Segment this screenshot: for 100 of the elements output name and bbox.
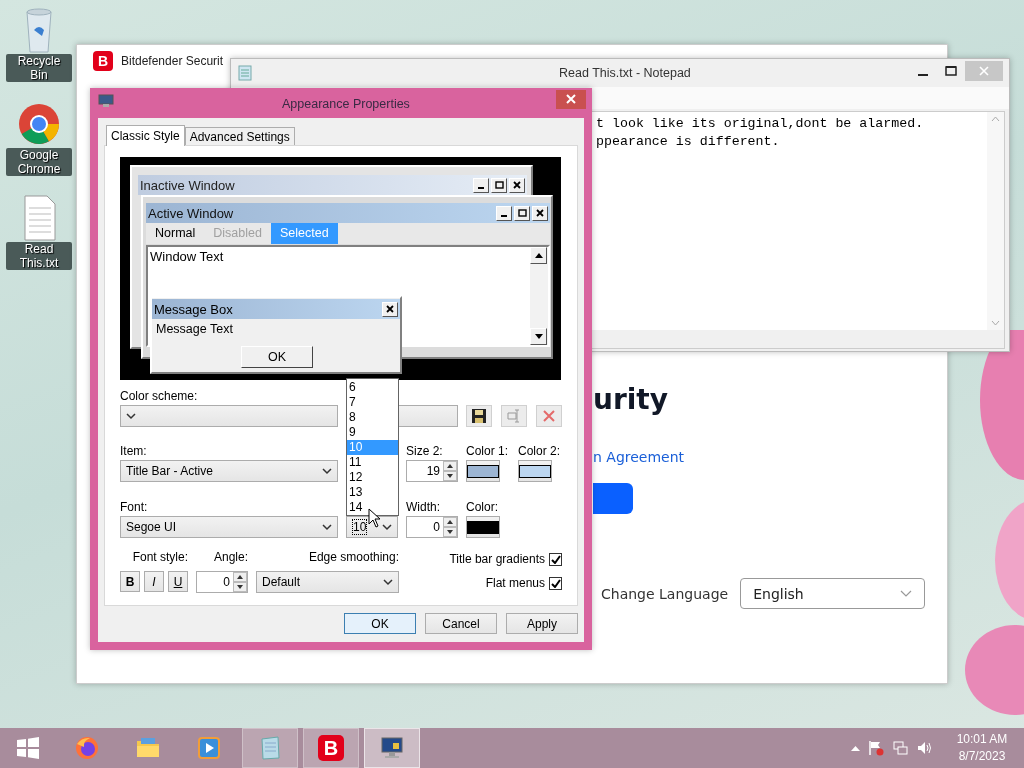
spin-down-button[interactable] (443, 527, 457, 537)
underline-button[interactable]: U (168, 571, 188, 592)
delete-button[interactable] (536, 405, 562, 427)
spin-up-button[interactable] (443, 517, 457, 527)
monitor-icon (379, 735, 405, 761)
window-title: Active Window (148, 205, 234, 221)
field-label: Angle: (213, 550, 248, 566)
caret-down-icon (237, 585, 243, 589)
field-label: Size 2: (406, 444, 444, 460)
font-dropdown[interactable]: Segoe UI (120, 516, 338, 538)
dropdown-option[interactable]: 6 (347, 380, 398, 395)
tab[interactable]: Advanced Settings (184, 127, 295, 145)
number-spinner[interactable]: 19 (406, 460, 458, 482)
close-icon (513, 181, 521, 189)
spin-up-button[interactable] (443, 461, 457, 471)
chevron-down-icon (382, 523, 392, 531)
dropdown-option[interactable]: 8 (347, 410, 398, 425)
scrollbar[interactable] (987, 112, 1004, 330)
checkbox-label: Title bar gradients (449, 552, 545, 566)
field-label: Color 2: (518, 444, 562, 460)
number-spinner[interactable]: 0 (406, 516, 458, 538)
network-icon (892, 740, 908, 756)
language-dropdown[interactable]: English (740, 578, 926, 609)
ok-button[interactable]: OK (241, 346, 313, 368)
edge-smoothing-dropdown[interactable]: Default (256, 571, 399, 593)
checkbox[interactable] (549, 576, 562, 590)
maximize-button[interactable] (491, 177, 507, 193)
chevron-down-icon (900, 590, 913, 597)
spin-down-button[interactable] (443, 471, 457, 481)
field-label: Color 1: (466, 444, 510, 460)
dropdown-option[interactable]: 12 (347, 470, 398, 485)
language-label: Change Language (601, 585, 729, 602)
minimize-icon (918, 74, 928, 76)
caret-down-icon (447, 530, 453, 534)
caret-up-icon (534, 253, 543, 258)
checkmark-icon (550, 578, 561, 588)
window-title: Read This.txt - Notepad (559, 66, 691, 80)
message-text: Message Text (156, 322, 233, 336)
agreement-link[interactable]: n Agreement (593, 449, 685, 465)
maximize-button[interactable] (514, 205, 530, 221)
dialog-button[interactable]: Apply (506, 613, 578, 634)
dropdown-option[interactable]: 14 (347, 500, 398, 515)
dialog-button[interactable]: OK (344, 613, 416, 634)
close-icon (979, 66, 989, 76)
checkbox[interactable] (549, 552, 562, 566)
window-title: Bitdefender Securit (121, 54, 224, 68)
text-cursor-icon (506, 408, 522, 424)
dropdown-option[interactable]: 7 (347, 395, 398, 410)
caret-down-icon (534, 334, 543, 339)
monitor-icon (98, 94, 114, 108)
checkbox-label: Flat menus (485, 576, 545, 590)
dropdown-option[interactable]: 9 (347, 425, 398, 440)
caret-up-icon (991, 116, 1000, 122)
field-label: Item: (120, 444, 148, 460)
desktop-icon-label[interactable]: Read This.txt (6, 242, 72, 270)
taskbar-button[interactable] (364, 728, 420, 768)
caret-up-icon (447, 464, 453, 468)
bold-button[interactable]: B (120, 571, 140, 592)
spin-up-button[interactable] (233, 572, 247, 582)
spin-down-button[interactable] (233, 582, 247, 592)
field-label: Width: (406, 500, 441, 516)
caret-up-icon (447, 520, 453, 524)
close-icon (386, 305, 394, 313)
color-scheme-dropdown[interactable] (120, 405, 338, 427)
minimize-button[interactable] (496, 205, 512, 221)
dropdown-option[interactable]: 13 (347, 485, 398, 500)
close-button[interactable] (509, 177, 525, 193)
dropdown-option[interactable]: 11 (347, 455, 398, 470)
app-logo: B (318, 735, 344, 761)
desktop-icon-label[interactable]: Recycle Bin (6, 54, 72, 82)
font-size-dropdown[interactable]: 10 (346, 516, 398, 538)
checkmark-icon (550, 554, 561, 564)
field-label: Color scheme: (120, 389, 199, 405)
number-spinner[interactable]: 0 (196, 571, 248, 593)
browser-icon (74, 735, 100, 761)
chevron-down-icon (322, 523, 332, 531)
close-button[interactable] (382, 301, 398, 317)
caret-up-icon (237, 575, 243, 579)
tab[interactable]: Classic Style (106, 125, 185, 146)
speaker-icon (916, 740, 932, 756)
desktop-icon-label[interactable]: Google Chrome (6, 148, 72, 176)
maximize-icon (517, 209, 527, 217)
taskbar-button[interactable]: B (303, 728, 359, 768)
save-button[interactable] (466, 405, 492, 427)
chevron-down-icon (322, 467, 332, 475)
field-label: Edge smoothing: (308, 550, 399, 566)
page-heading: urity (593, 383, 669, 418)
dialog-button[interactable]: Cancel (425, 613, 497, 634)
caret-down-icon (447, 474, 453, 478)
close-button[interactable] (532, 205, 548, 221)
close-icon (536, 209, 544, 217)
item-dropdown[interactable]: Title Bar - Active (120, 460, 338, 482)
field-label: Font style: (132, 550, 188, 566)
windows-logo-icon (16, 736, 40, 760)
italic-button[interactable]: I (144, 571, 164, 592)
window-title: Appearance Properties (282, 97, 410, 111)
flag-icon (868, 740, 884, 756)
delete-icon (542, 409, 556, 423)
app-logo: B (93, 51, 113, 71)
minimize-button[interactable] (473, 177, 489, 193)
